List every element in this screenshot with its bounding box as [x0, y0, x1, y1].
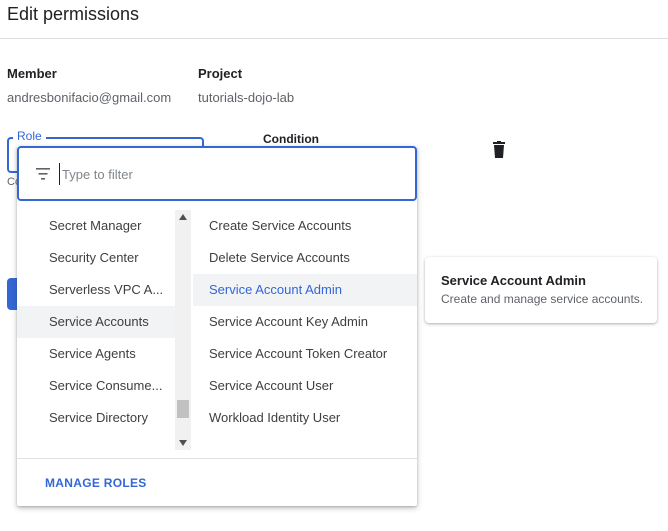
service-item-security-center[interactable]: Security Center [17, 242, 175, 274]
manage-roles-link[interactable]: MANAGE ROLES [45, 476, 147, 490]
edit-permissions-page: Edit permissions Member andresbonifacio@… [0, 0, 668, 531]
page-title: Edit permissions [7, 4, 140, 24]
trash-icon[interactable] [491, 141, 507, 159]
role-legend: Role [13, 129, 46, 143]
role-item-delete-service-accounts[interactable]: Delete Service Accounts [193, 242, 417, 274]
role-item-service-account-user[interactable]: Service Account User [193, 370, 417, 402]
role-item-create-service-accounts[interactable]: Create Service Accounts [193, 210, 417, 242]
service-item-service-directory[interactable]: Service Directory [17, 402, 175, 434]
info-card-description: Create and manage service accounts. [441, 292, 644, 306]
service-item-serverless-vpc[interactable]: Serverless VPC A... [17, 274, 175, 306]
role-item-service-account-token-creator[interactable]: Service Account Token Creator [193, 338, 417, 370]
service-item-service-consumer[interactable]: Service Consume... [17, 370, 175, 402]
member-label: Member [7, 66, 57, 81]
filter-input[interactable] [59, 163, 402, 185]
service-list: Secret Manager Security Center Serverles… [17, 210, 175, 450]
role-dropdown-panel: Secret Manager Security Center Serverles… [17, 146, 417, 506]
member-value: andresbonifacio@gmail.com [7, 90, 172, 105]
arrow-up-icon[interactable] [179, 214, 187, 220]
title-divider [0, 38, 668, 39]
arrow-down-icon[interactable] [179, 440, 187, 446]
dropdown-divider [17, 458, 417, 459]
service-item-secret-manager[interactable]: Secret Manager [17, 210, 175, 242]
project-value: tutorials-dojo-lab [198, 90, 295, 105]
filter-box [17, 146, 417, 201]
scrollbar-thumb[interactable] [177, 400, 189, 418]
service-item-service-accounts[interactable]: Service Accounts [17, 306, 175, 338]
role-list: Create Service Accounts Delete Service A… [193, 210, 417, 466]
role-info-card: Service Account Admin Create and manage … [425, 257, 657, 323]
role-item-workload-identity-user[interactable]: Workload Identity User [193, 402, 417, 434]
filter-list-icon [36, 168, 50, 180]
service-list-scrollbar[interactable] [175, 210, 191, 450]
role-item-service-account-admin[interactable]: Service Account Admin [193, 274, 417, 306]
project-label: Project [198, 66, 243, 81]
service-item-service-agents[interactable]: Service Agents [17, 338, 175, 370]
info-card-title: Service Account Admin [441, 273, 586, 288]
condition-label: Condition [263, 132, 319, 146]
role-item-service-account-key-admin[interactable]: Service Account Key Admin [193, 306, 417, 338]
